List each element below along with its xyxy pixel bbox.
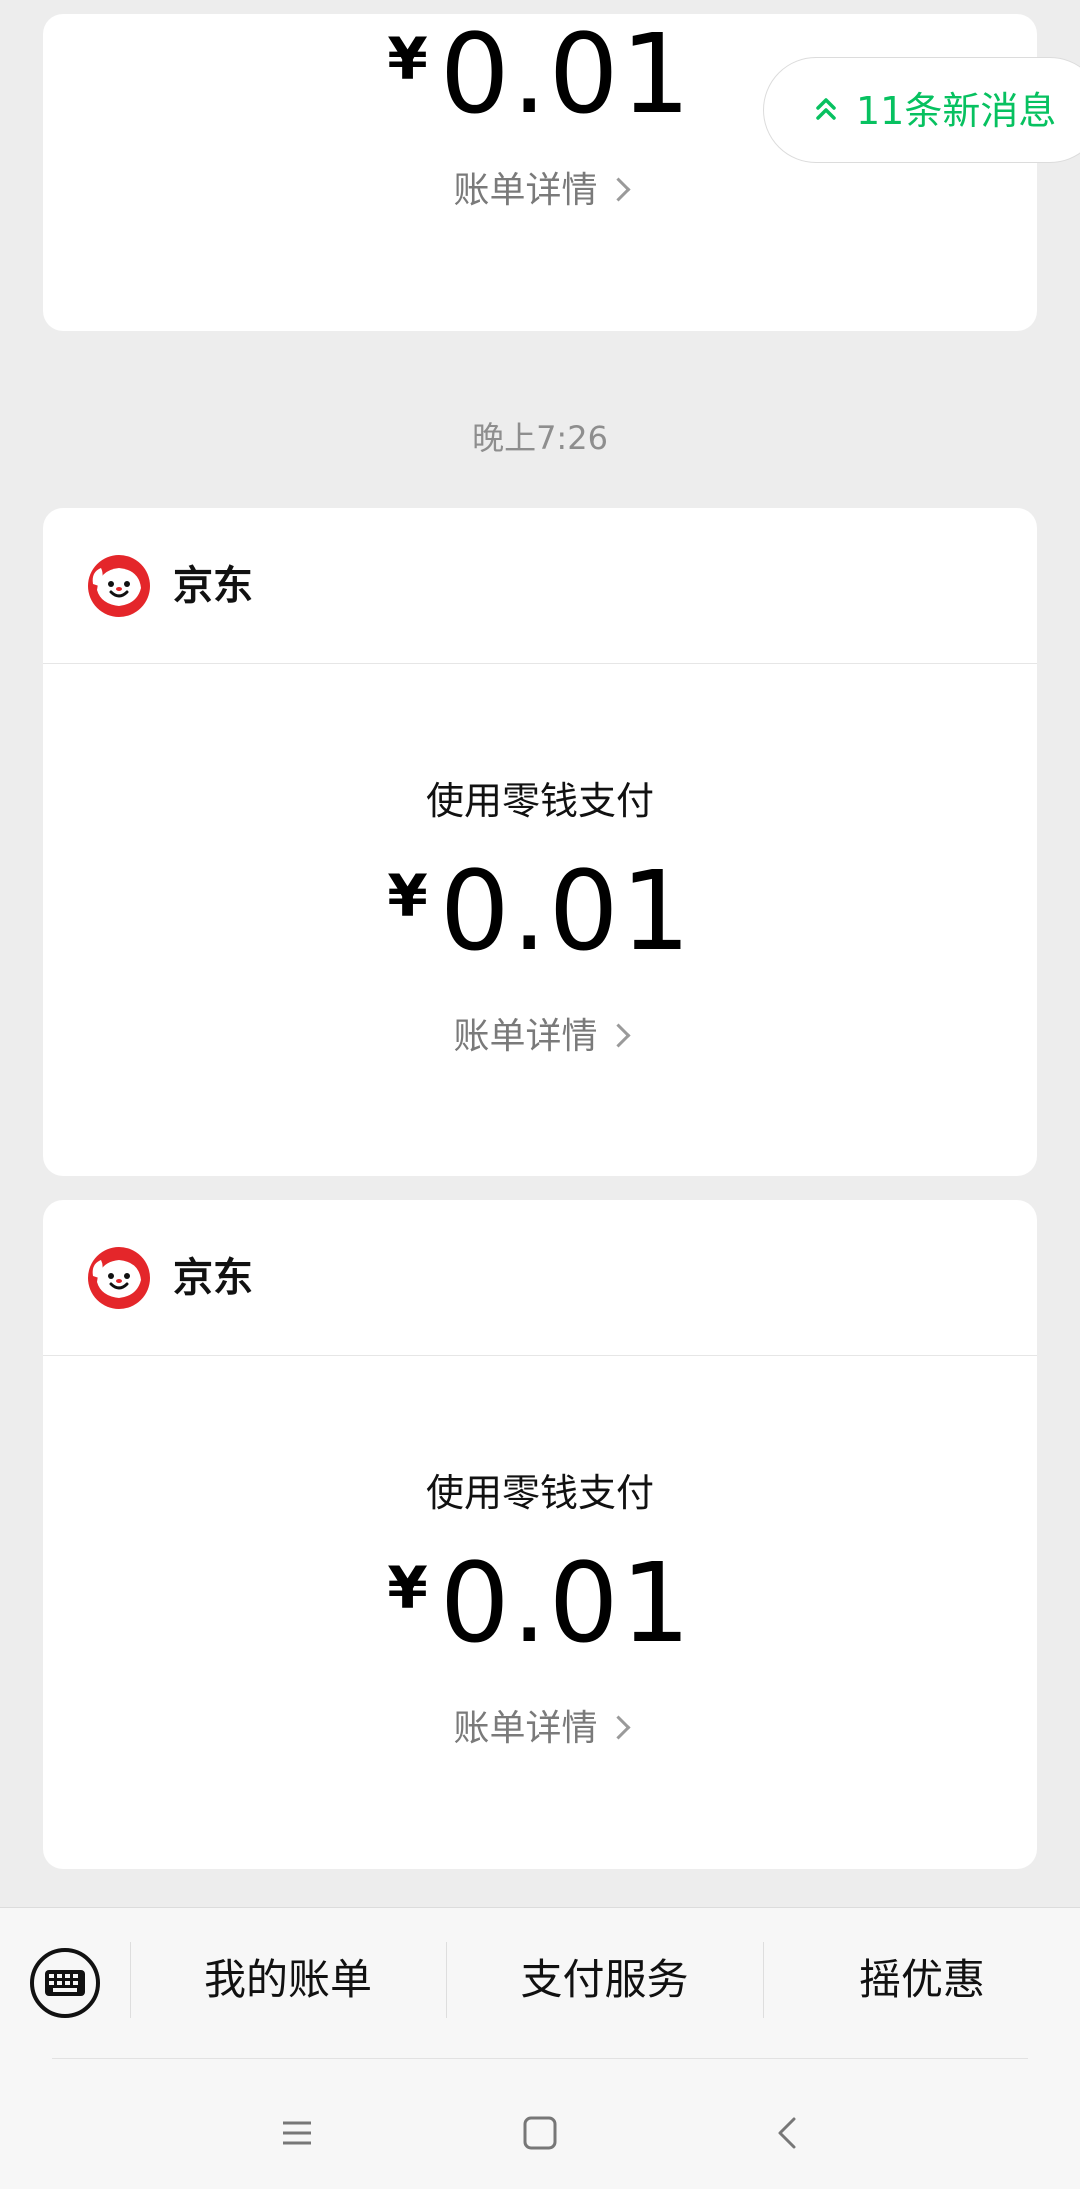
menu-my-bills[interactable]: 我的账单	[131, 1944, 445, 2016]
back-chevron-icon[interactable]	[768, 2113, 808, 2153]
bill-detail-link[interactable]: 账单详情	[43, 166, 1037, 216]
jd-logo-icon	[88, 555, 150, 617]
chevron-right-icon	[605, 1022, 631, 1048]
pay-method-label: 使用零钱支付	[425, 1471, 654, 1515]
amount-value: 0.01	[439, 847, 693, 975]
bill-detail-label: 账单详情	[453, 1016, 598, 1057]
message-timestamp: 晚上7:26	[472, 419, 608, 457]
currency-symbol: ¥	[387, 1554, 428, 1622]
keyboard-icon[interactable]	[28, 1946, 102, 2020]
amount-value: 0.01	[439, 14, 693, 138]
new-messages-button[interactable]: 11条新消息	[763, 57, 1080, 163]
chevron-right-icon	[605, 1714, 631, 1740]
jd-logo-icon	[88, 1247, 150, 1309]
pay-method-label: 使用零钱支付	[425, 779, 654, 823]
menu-icon[interactable]	[277, 2113, 317, 2153]
bill-detail-link[interactable]: 账单详情	[43, 1704, 1037, 1754]
status-strip	[0, 0, 1080, 14]
bill-detail-label: 账单详情	[453, 170, 598, 211]
merchant-name: 京东	[173, 1255, 253, 1301]
menu-shake-offers[interactable]: 摇优惠	[764, 1944, 1080, 2016]
chevron-right-icon	[605, 176, 631, 202]
payment-card-2[interactable]: 京东 使用零钱支付 ¥0.01 账单详情	[43, 508, 1037, 1176]
payment-amount: ¥0.01	[43, 1543, 1037, 1663]
currency-symbol: ¥	[387, 25, 428, 93]
payment-card-3[interactable]: 京东 使用零钱支付 ¥0.01 账单详情	[43, 1200, 1037, 1869]
menu-payment-services[interactable]: 支付服务	[447, 1944, 762, 2016]
currency-symbol: ¥	[387, 862, 428, 930]
merchant-header[interactable]: 京东	[43, 1200, 1037, 1356]
home-square-icon[interactable]	[520, 2113, 560, 2153]
nav-divider	[52, 2058, 1028, 2059]
new-messages-label: 11条新消息	[856, 89, 1057, 133]
bill-detail-label: 账单详情	[453, 1708, 598, 1749]
service-menu-bar: 我的账单 支付服务 摇优惠	[0, 1907, 1080, 2189]
merchant-name: 京东	[173, 563, 253, 609]
payment-amount: ¥0.01	[43, 851, 1037, 971]
merchant-header[interactable]: 京东	[43, 508, 1037, 664]
bill-detail-link[interactable]: 账单详情	[43, 1012, 1037, 1062]
double-chevron-up-icon	[816, 98, 836, 120]
amount-value: 0.01	[439, 1539, 693, 1667]
